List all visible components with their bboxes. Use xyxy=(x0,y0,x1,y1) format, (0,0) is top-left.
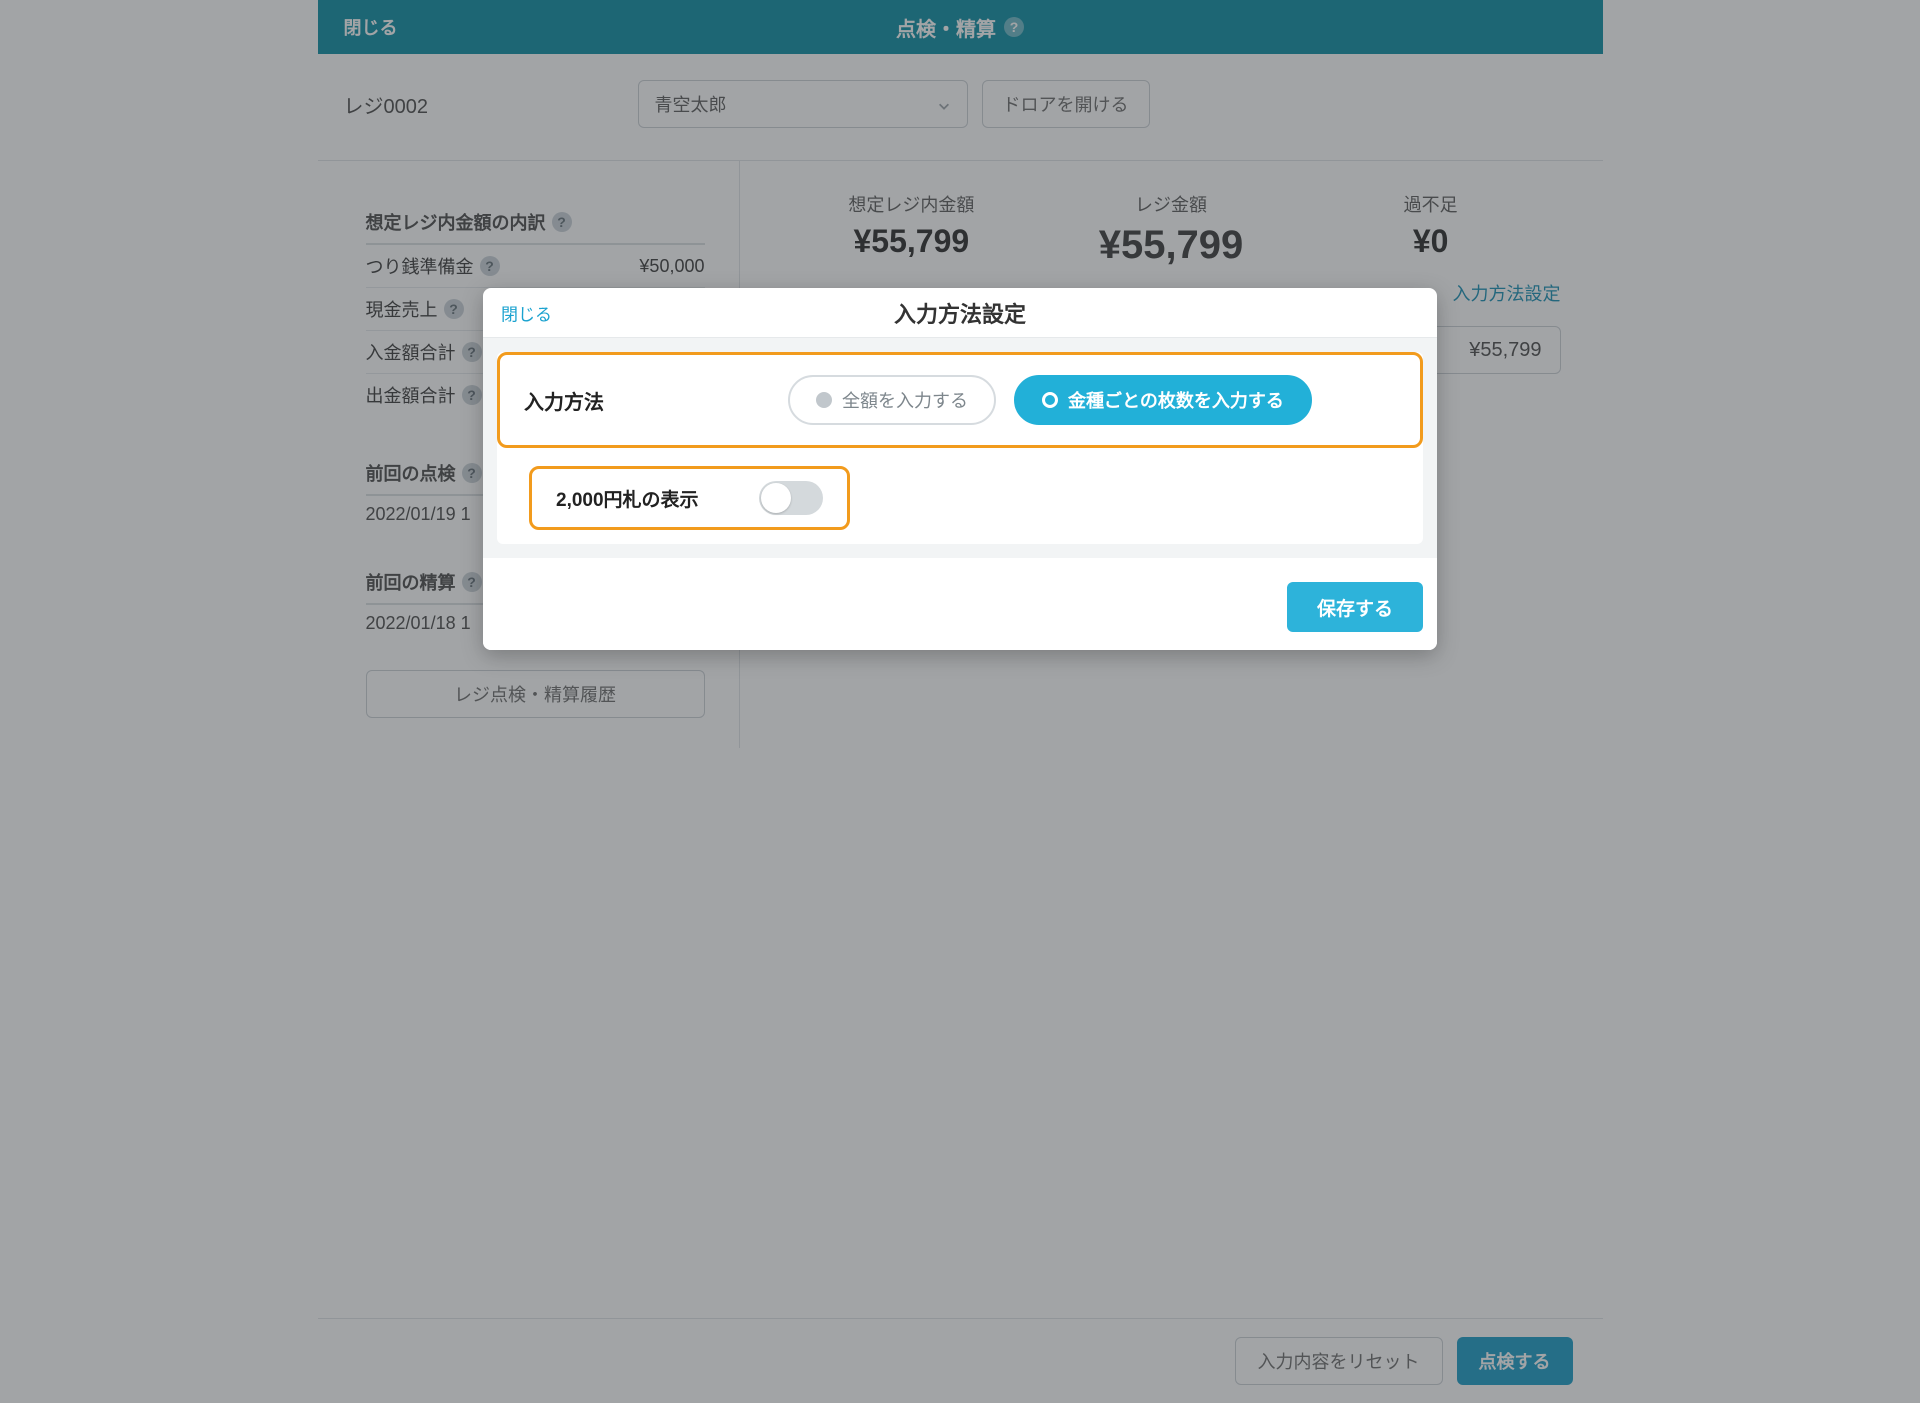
bill-2000-section: 2,000円札の表示 xyxy=(529,466,850,530)
bill-2000-toggle[interactable] xyxy=(759,481,823,515)
input-method-section: 入力方法 全額を入力する 金種ごとの枚数を入力する xyxy=(497,352,1423,448)
bill-2000-label: 2,000円札の表示 xyxy=(556,485,699,512)
modal-close-button[interactable]: 閉じる xyxy=(501,300,552,325)
radio-icon xyxy=(816,392,832,408)
input-method-label: 入力方法 xyxy=(524,386,764,415)
save-button[interactable]: 保存する xyxy=(1287,582,1423,632)
option-by-denomination-label: 金種ごとの枚数を入力する xyxy=(1068,387,1284,413)
option-total-amount[interactable]: 全額を入力する xyxy=(788,375,996,425)
modal-overlay: 閉じる 入力方法設定 入力方法 全額を入力する xyxy=(0,0,1920,1403)
modal-title: 入力方法設定 xyxy=(894,297,1026,329)
radio-icon xyxy=(1042,392,1058,408)
input-method-modal: 閉じる 入力方法設定 入力方法 全額を入力する xyxy=(483,288,1437,650)
option-total-amount-label: 全額を入力する xyxy=(842,387,968,413)
option-by-denomination[interactable]: 金種ごとの枚数を入力する xyxy=(1014,375,1312,425)
